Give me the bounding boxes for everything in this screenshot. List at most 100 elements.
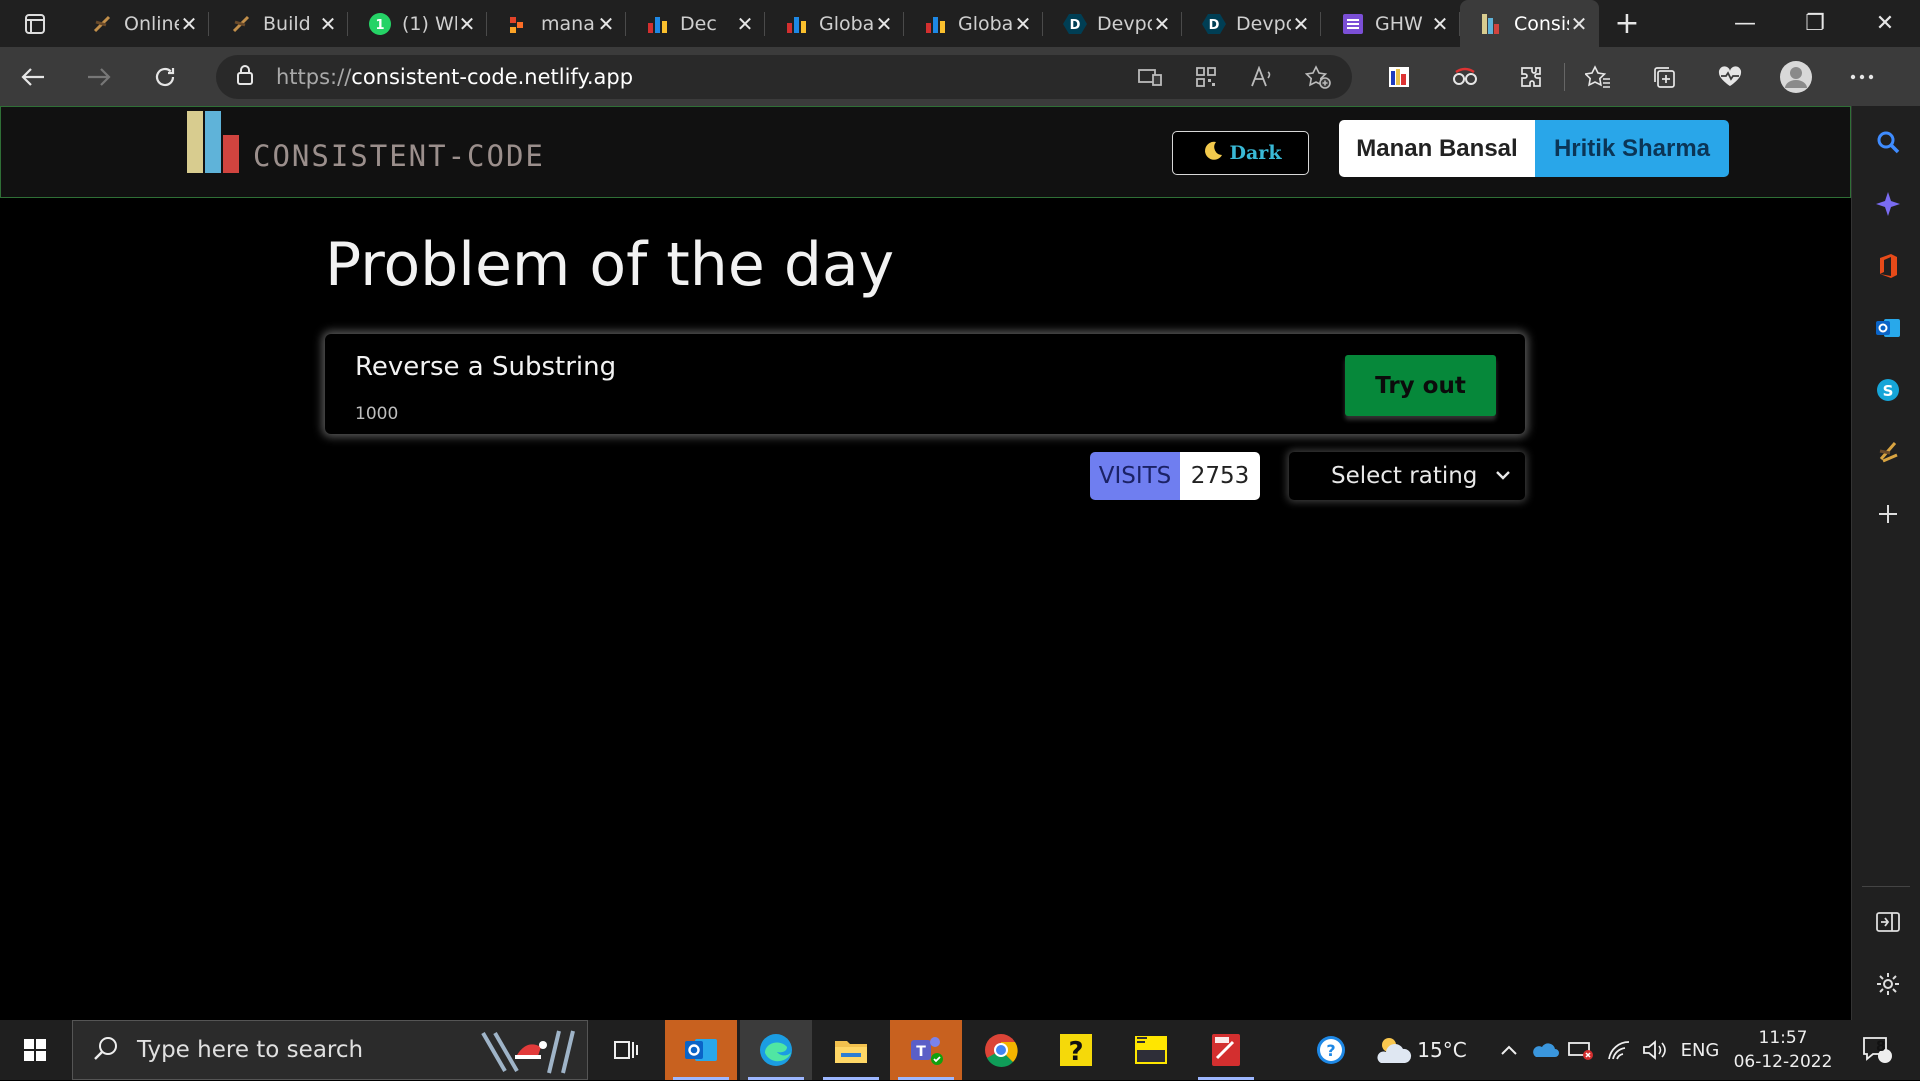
browser-tab[interactable]: 1 (1) WhatsApp✕ xyxy=(348,0,487,47)
taskbar-outlook-icon[interactable] xyxy=(665,1020,737,1080)
minimize-icon[interactable]: — xyxy=(1710,0,1780,47)
lock-icon[interactable] xyxy=(236,64,254,90)
sidebar-office-icon[interactable] xyxy=(1874,252,1902,280)
help-icon[interactable]: ? xyxy=(1308,1020,1354,1080)
tab-close-icon[interactable]: ✕ xyxy=(1291,12,1311,36)
windows-taskbar: Type here to search T ? ? 15°C ENG 11:57… xyxy=(0,1020,1920,1080)
taskbar-pdf-editor-icon[interactable] xyxy=(1190,1020,1262,1080)
app-available-icon[interactable] xyxy=(1136,63,1164,91)
settings-more-icon[interactable] xyxy=(1829,47,1895,106)
author-link-hritik[interactable]: Hritik Sharma xyxy=(1535,120,1729,177)
rating-select-value: Select rating xyxy=(1331,463,1478,489)
rating-select[interactable]: Select rating xyxy=(1289,452,1525,500)
browser-tab[interactable]: D Devpost✕ xyxy=(1043,0,1182,47)
codeforces-icon xyxy=(646,12,670,36)
taskbar-ey-discover-icon[interactable] xyxy=(1115,1020,1187,1080)
qr-code-icon[interactable] xyxy=(1192,63,1220,91)
taskbar-chrome-icon[interactable] xyxy=(965,1020,1037,1080)
tab-close-icon[interactable]: ✕ xyxy=(318,12,338,36)
browser-tab[interactable]: D Devpost✕ xyxy=(1182,0,1321,47)
extension-flag-icon[interactable] xyxy=(1366,47,1432,106)
problem-name[interactable]: Reverse a Substring xyxy=(355,352,616,382)
taskbar-tips-icon[interactable]: ? xyxy=(1040,1020,1112,1080)
tab-close-icon[interactable]: ✕ xyxy=(1013,12,1033,36)
weather-temperature[interactable]: 15°C xyxy=(1417,1020,1466,1080)
sidebar-discover-icon[interactable] xyxy=(1874,190,1902,218)
wifi-icon[interactable] xyxy=(1602,1020,1636,1080)
tab-title: (1) WhatsApp xyxy=(402,12,457,35)
battery-warning-icon[interactable] xyxy=(1564,1020,1598,1080)
favorites-icon[interactable] xyxy=(1565,47,1631,106)
author-links: Manan Bansal Hritik Sharma xyxy=(1339,120,1729,177)
back-button[interactable] xyxy=(0,47,66,106)
browser-tab[interactable]: Global ✕ xyxy=(765,0,904,47)
add-favorite-icon[interactable] xyxy=(1304,63,1332,91)
browser-essentials-icon[interactable] xyxy=(1697,47,1763,106)
site-logo[interactable]: CONSISTENT-CODE xyxy=(187,108,545,173)
notification-center-icon[interactable]: 8 xyxy=(1852,1020,1902,1080)
window-controls: — ❐ ✕ xyxy=(1710,0,1920,47)
browser-tab[interactable]: Global ✕ xyxy=(904,0,1043,47)
svg-text:D: D xyxy=(1070,18,1081,33)
taskbar-clock[interactable]: 11:57 06-12-2022 xyxy=(1728,1026,1838,1074)
tab-close-icon[interactable]: ✕ xyxy=(179,12,199,36)
search-highlight-icon xyxy=(473,1025,583,1081)
browser-tab[interactable]: Build ✕ xyxy=(209,0,348,47)
url-text[interactable]: https://consistent-code.netlify.app xyxy=(276,65,1136,89)
sidebar-add-icon[interactable] xyxy=(1874,500,1902,528)
search-placeholder: Type here to search xyxy=(137,1037,364,1063)
tab-close-icon[interactable]: ✕ xyxy=(1569,12,1589,36)
visits-label: VISITS xyxy=(1090,452,1180,500)
tab-close-icon[interactable]: ✕ xyxy=(735,12,755,36)
input-language[interactable]: ENG xyxy=(1676,1020,1724,1080)
taskbar-search-box[interactable]: Type here to search xyxy=(72,1020,588,1080)
profile-avatar-icon[interactable] xyxy=(1763,47,1829,106)
refresh-button[interactable] xyxy=(132,47,198,106)
taskbar-file-explorer-icon[interactable] xyxy=(815,1020,887,1080)
tab-title: Dec xyxy=(680,12,717,35)
browser-tab[interactable]: Online✕ xyxy=(70,0,209,47)
tab-close-icon[interactable]: ✕ xyxy=(1430,12,1450,36)
forward-button[interactable] xyxy=(66,47,132,106)
close-window-icon[interactable]: ✕ xyxy=(1850,0,1920,47)
browser-tab[interactable]: GHW ✕ xyxy=(1321,0,1460,47)
tab-close-icon[interactable]: ✕ xyxy=(1152,12,1172,36)
sidebar-skype-icon[interactable]: S xyxy=(1874,376,1902,404)
try-out-button[interactable]: Try out xyxy=(1345,355,1496,416)
sidebar-outlook-icon[interactable] xyxy=(1874,314,1902,342)
author-link-manan[interactable]: Manan Bansal xyxy=(1339,120,1535,177)
address-bar[interactable]: https://consistent-code.netlify.app xyxy=(216,54,1352,99)
browser-tab[interactable]: manan✕ xyxy=(487,0,626,47)
tab-close-icon[interactable]: ✕ xyxy=(457,12,477,36)
taskbar-teams-icon[interactable]: T xyxy=(890,1020,962,1080)
windows-start-icon[interactable] xyxy=(0,1020,70,1080)
sidebar-hide-icon[interactable] xyxy=(1874,908,1902,936)
tab-close-icon[interactable]: ✕ xyxy=(596,12,616,36)
browser-tab[interactable]: Dec ✕ xyxy=(626,0,765,47)
svg-text:D: D xyxy=(1209,18,1220,33)
tab-title: Consistent xyxy=(1514,12,1569,35)
tab-title: manan xyxy=(541,12,596,35)
read-aloud-icon[interactable] xyxy=(1248,63,1276,91)
weather-icon[interactable] xyxy=(1368,1020,1418,1080)
url-scheme: https:// xyxy=(276,64,352,89)
volume-icon[interactable] xyxy=(1638,1020,1672,1080)
taskbar-edge-icon[interactable] xyxy=(740,1020,812,1080)
sidebar-search-icon[interactable] xyxy=(1874,128,1902,156)
task-view-icon[interactable] xyxy=(590,1020,662,1080)
extension-glasses-icon[interactable] xyxy=(1432,47,1498,106)
theme-toggle-button[interactable]: Dark xyxy=(1172,131,1309,175)
extensions-icon[interactable] xyxy=(1498,47,1564,106)
browser-tab[interactable]: Consistent✕ xyxy=(1460,0,1599,47)
onedrive-icon[interactable] xyxy=(1528,1020,1562,1080)
tab-actions-icon[interactable] xyxy=(0,0,70,47)
restore-icon[interactable]: ❐ xyxy=(1780,0,1850,47)
sidebar-codechef-icon[interactable] xyxy=(1874,438,1902,466)
tab-close-icon[interactable]: ✕ xyxy=(874,12,894,36)
tab-title: Online xyxy=(124,12,179,35)
collections-icon[interactable] xyxy=(1631,47,1697,106)
page-title: Problem of the day xyxy=(325,230,895,300)
sidebar-settings-icon[interactable] xyxy=(1874,970,1902,998)
tray-overflow-icon[interactable] xyxy=(1494,1020,1524,1080)
new-tab-button[interactable]: + xyxy=(1599,0,1655,47)
